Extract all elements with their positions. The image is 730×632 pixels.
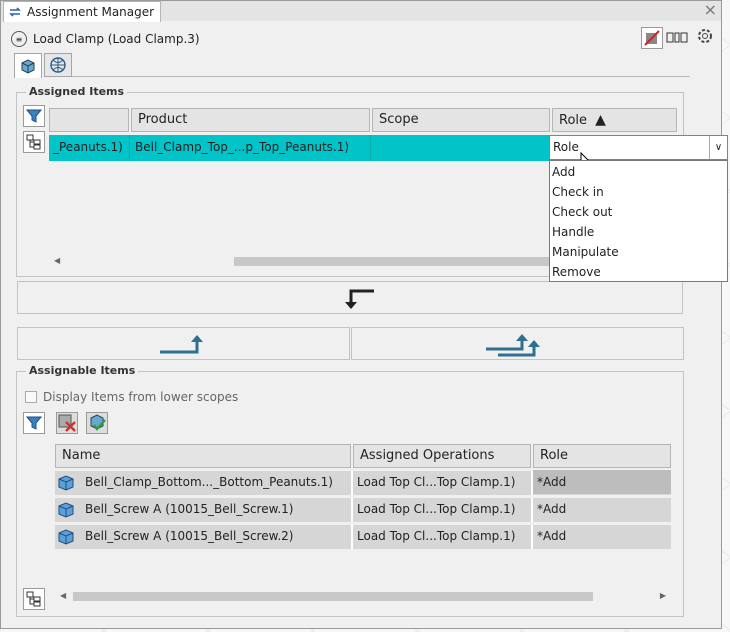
filter-button[interactable] — [23, 105, 45, 127]
cell-prev: _Peanuts.1) — [53, 140, 123, 154]
scroll-thumb[interactable] — [234, 257, 564, 266]
cell-product: Bell_Clamp_Top_...p_Top_Peanuts.1) — [135, 140, 350, 154]
title-tab[interactable]: Assignment Manager — [3, 1, 162, 22]
part-icon — [58, 502, 74, 518]
column-header-prev[interactable] — [49, 108, 129, 132]
tab-resources[interactable] — [44, 53, 72, 77]
column-header-assigned-operations[interactable]: Assigned Operations — [353, 444, 531, 468]
remove-filter-icon — [58, 414, 76, 432]
hierarchy-button[interactable] — [23, 131, 45, 153]
role-option-add[interactable]: Add — [552, 165, 575, 179]
cell-name: Bell_Screw A (10015_Bell_Screw.1) — [85, 502, 294, 516]
column-header-name[interactable]: Name — [55, 444, 351, 468]
settings-icon — [698, 29, 712, 43]
column-header-product[interactable]: Product — [131, 108, 370, 132]
cell-role: *Add — [537, 502, 567, 516]
title-bar: Assignment Manager × — [1, 0, 721, 22]
role-dropdown[interactable]: Role ∨ — [549, 135, 728, 160]
assignable-filter-button[interactable] — [23, 412, 45, 434]
role-option-manipulate[interactable]: Manipulate — [552, 245, 619, 259]
settings-button[interactable] — [694, 25, 716, 47]
assign-arrow-icon — [160, 335, 203, 354]
part-view-icon — [21, 59, 35, 74]
cell-operations: Load Top Cl...Top Clamp.1) — [357, 475, 516, 489]
layout-icon — [666, 32, 688, 43]
assigned-items-legend: Assigned Items — [26, 85, 128, 98]
cell-divider — [370, 135, 371, 161]
window-title: Assignment Manager — [27, 5, 155, 19]
context-label: Load Clamp (Load Clamp.3) — [33, 32, 200, 46]
cell-name: Bell_Clamp_Bottom..._Bottom_Peanuts.1) — [85, 475, 333, 489]
column-header-scope[interactable]: Scope — [372, 108, 550, 132]
role-dropdown-list: Add Check in Check out Handle Manipulate… — [549, 160, 728, 282]
globe-icon — [50, 57, 66, 73]
role-option-check-in[interactable]: Check in — [552, 185, 604, 199]
role-option-check-out[interactable]: Check out — [552, 205, 612, 219]
unassign-button[interactable] — [17, 281, 683, 314]
unassign-arrow-icon — [345, 289, 374, 309]
assignable-horizontal-scrollbar[interactable]: ◀ ▶ — [55, 590, 671, 602]
assign-all-button[interactable] — [351, 327, 684, 360]
column-header-role[interactable]: Role — [533, 444, 671, 468]
scroll-thumb[interactable] — [73, 592, 593, 601]
tab-underline — [72, 76, 690, 77]
check-filter-icon — [90, 414, 106, 431]
part-icon — [58, 529, 74, 545]
remove-assignment-icon — [644, 30, 660, 46]
column-header-role[interactable]: Role ▲ — [552, 108, 677, 132]
hierarchy-icon — [26, 134, 41, 150]
chevron-down-icon[interactable]: ∨ — [709, 136, 727, 159]
assignment-manager-icon — [9, 7, 21, 17]
layout-button[interactable] — [666, 27, 688, 49]
assignment-manager-window: Assignment Manager × ≡ Load Clamp (Load … — [0, 0, 722, 629]
role-option-handle[interactable]: Handle — [552, 225, 594, 239]
role-header-label: Role — [559, 113, 588, 128]
operation-icon: ≡ — [11, 31, 27, 47]
cell-name: Bell_Screw A (10015_Bell_Screw.2) — [85, 529, 294, 543]
scroll-left-icon[interactable]: ◀ — [54, 256, 60, 265]
sort-ascending-icon: ▲ — [595, 112, 606, 128]
tab-parts[interactable] — [14, 53, 42, 78]
scroll-left-icon[interactable]: ◀ — [60, 591, 66, 600]
part-icon — [58, 475, 74, 491]
cell-operations: Load Top Cl...Top Clamp.1) — [357, 502, 516, 516]
close-icon[interactable]: × — [704, 0, 717, 19]
remove-assignment-button[interactable] — [641, 27, 663, 49]
remove-filter-button[interactable] — [56, 412, 78, 434]
cell-operations: Load Top Cl...Top Clamp.1) — [357, 529, 516, 543]
cell-role: *Add — [537, 529, 567, 543]
role-dropdown-value: Role — [553, 140, 579, 154]
role-option-remove[interactable]: Remove — [552, 265, 601, 279]
lower-scopes-checkbox[interactable] — [25, 391, 37, 403]
assign-button[interactable] — [17, 327, 350, 360]
lower-scopes-label: Display Items from lower scopes — [43, 390, 239, 404]
assign-all-arrow-icon — [486, 334, 540, 357]
cell-role: *Add — [533, 470, 671, 494]
cell-divider — [129, 135, 130, 161]
filter-icon — [26, 109, 42, 123]
check-filter-button[interactable] — [86, 412, 108, 434]
hierarchy-icon — [26, 591, 41, 607]
assignable-items-legend: Assignable Items — [26, 364, 139, 377]
assignable-hierarchy-button[interactable] — [23, 588, 45, 610]
cell-scope — [372, 135, 550, 161]
context-row: ≡ Load Clamp (Load Clamp.3) — [11, 31, 200, 47]
scroll-right-icon[interactable]: ▶ — [660, 591, 666, 600]
filter-icon — [26, 416, 42, 430]
